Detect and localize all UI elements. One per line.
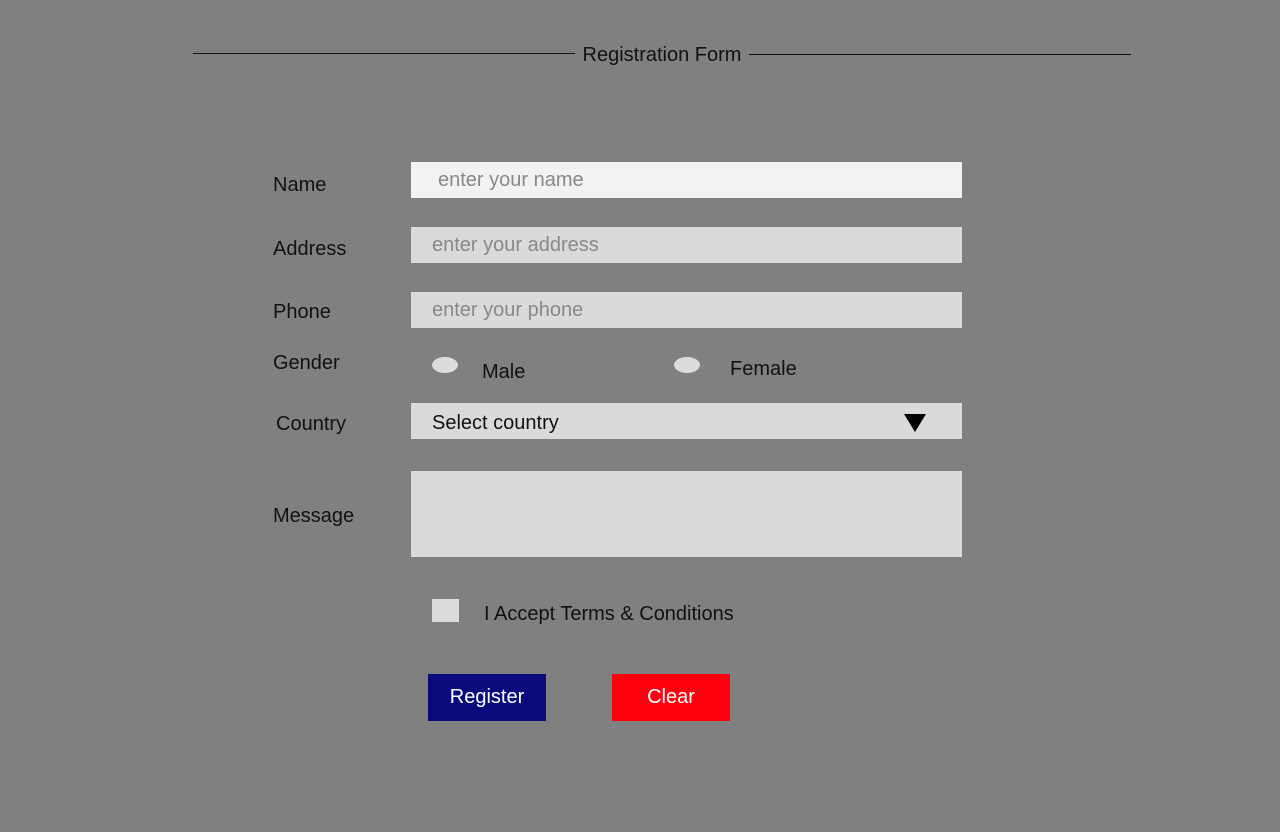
triangle-down-icon <box>904 414 926 432</box>
message-textarea[interactable] <box>411 471 962 557</box>
country-select-value: Select country <box>432 412 559 434</box>
address-input[interactable] <box>411 227 962 263</box>
phone-input[interactable] <box>411 292 962 328</box>
form-title: Registration Form <box>582 44 742 66</box>
phone-label: Phone <box>273 301 331 323</box>
country-select[interactable]: Select country <box>411 403 962 439</box>
clear-button[interactable]: Clear <box>612 674 730 721</box>
gender-male-label: Male <box>482 361 526 383</box>
name-label: Name <box>273 174 327 196</box>
title-divider-right <box>749 54 1131 55</box>
name-input[interactable] <box>411 162 962 198</box>
title-divider-left <box>193 53 575 54</box>
terms-checkbox[interactable] <box>432 599 459 622</box>
gender-female-radio[interactable] <box>674 357 700 373</box>
gender-label: Gender <box>273 352 340 374</box>
terms-label: I Accept Terms & Conditions <box>484 603 734 625</box>
register-button[interactable]: Register <box>428 674 546 721</box>
country-label: Country <box>276 413 347 435</box>
message-label: Message <box>273 505 355 527</box>
address-label: Address <box>273 238 347 260</box>
gender-female-label: Female <box>730 358 797 380</box>
gender-male-radio[interactable] <box>432 357 458 373</box>
